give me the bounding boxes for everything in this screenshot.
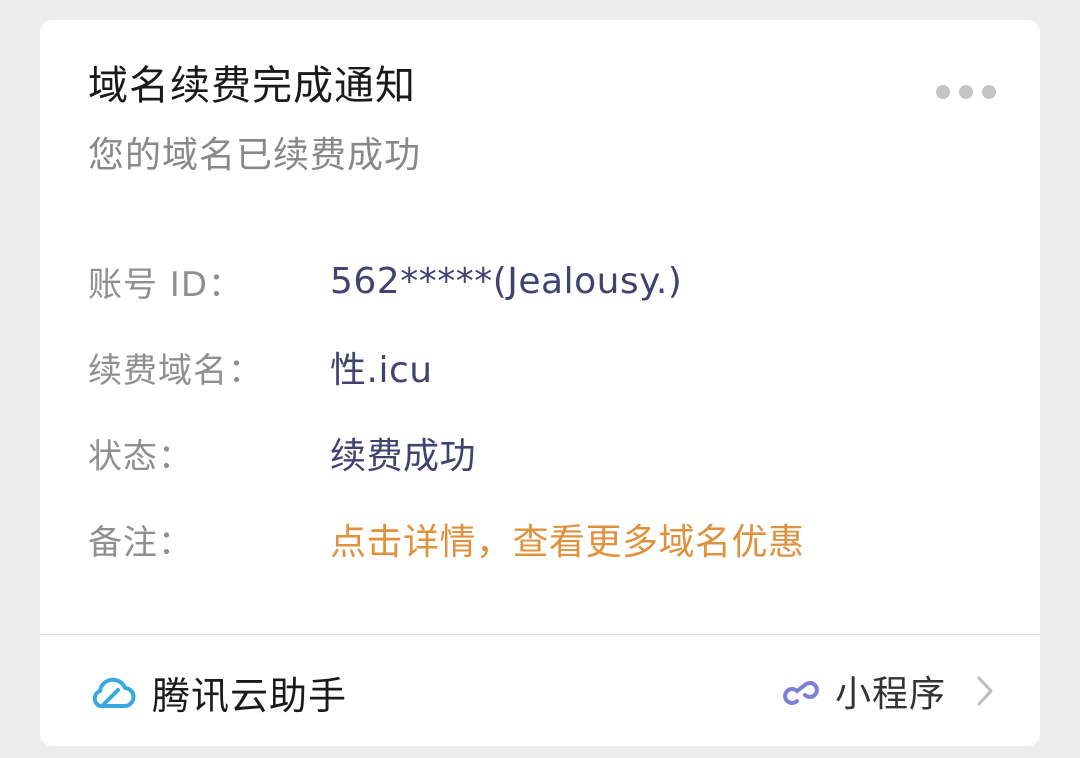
mini-program-label: 小程序 <box>834 674 946 715</box>
brand: 腾讯云助手 <box>88 665 347 720</box>
notification-card[interactable]: 域名续费完成通知 您的域名已续费成功 账号 ID： 562*****(Jealo… <box>40 20 1040 746</box>
account-id-value: 562*****(Jealousy.) <box>330 260 683 302</box>
brand-name: 腾讯云助手 <box>152 674 348 718</box>
mini-program-footer[interactable]: 腾讯云助手 小程序 <box>40 635 1040 746</box>
detail-row-status: 状态： 续费成功 <box>88 428 476 478</box>
chevron-right-icon <box>977 676 993 706</box>
remark-link[interactable]: 点击详情，查看更多域名优惠 <box>330 513 805 565</box>
more-dot <box>982 85 996 99</box>
more-dot <box>959 85 973 99</box>
tencent-cloud-icon <box>92 677 136 708</box>
detail-row-account-id: 账号 ID： 562*****(Jealousy.) <box>88 256 682 306</box>
mini-program-link-icon <box>783 681 819 705</box>
card-title: 域名续费完成通知 <box>88 63 416 109</box>
account-id-label: 账号 ID： <box>88 264 244 305</box>
domain-label: 续费域名： <box>88 350 263 391</box>
more-dots-icon <box>936 85 950 99</box>
remark-label: 备注： <box>88 522 193 563</box>
more-options-button[interactable] <box>936 82 996 102</box>
status-value: 续费成功 <box>330 436 477 477</box>
status-label: 状态： <box>88 436 193 477</box>
detail-row-domain: 续费域名： 性.icu <box>88 342 433 392</box>
card-subtitle: 您的域名已续费成功 <box>88 135 422 176</box>
detail-row-remark: 备注： 点击详情，查看更多域名优惠 <box>88 514 805 564</box>
mini-program-link[interactable]: 小程序 <box>781 665 996 717</box>
domain-value: 性.icu <box>330 350 433 391</box>
